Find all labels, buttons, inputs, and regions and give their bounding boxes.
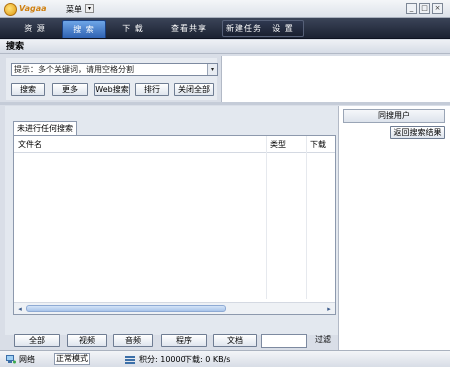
mode-indicator[interactable]: 正常模式	[54, 353, 90, 365]
column-divider	[306, 136, 307, 299]
transfer-icon	[125, 356, 135, 364]
network-icon	[6, 355, 16, 364]
search-panel: 提示：多个关键词，请用空格分割 ▾ 搜索 更多 Web搜索 排行 关闭全部	[6, 58, 218, 100]
tab-search[interactable]: 搜 索	[62, 20, 106, 38]
same-search-users-header: 同搜用户	[343, 109, 445, 123]
column-filename[interactable]: 文件名	[14, 136, 266, 153]
same-search-users-panel: 同搜用户 返回搜索结果	[338, 106, 450, 351]
close-all-button[interactable]: 关闭全部	[174, 83, 214, 96]
column-downloads[interactable]: 下载	[306, 136, 335, 153]
filter-audio-button[interactable]: 音频	[113, 334, 153, 347]
column-type[interactable]: 类型	[266, 136, 306, 153]
search-button[interactable]: 搜索	[11, 83, 45, 96]
results-list[interactable]: 文件名 类型 下载 ◂ ▸	[13, 135, 336, 315]
more-button[interactable]: 更多	[52, 83, 88, 96]
tab-download[interactable]: 下 载	[112, 20, 154, 38]
status-bar: 网络 正常模式 积分: 10000 下载: 0 KB/s	[0, 350, 450, 367]
vagaa-logo-icon	[4, 3, 17, 16]
tab-view-share[interactable]: 查看共享	[162, 20, 216, 38]
filter-all-button[interactable]: 全部	[14, 334, 60, 347]
maximize-button[interactable]: □	[419, 3, 430, 14]
menu-dropdown-icon[interactable]: ▾	[85, 4, 94, 13]
results-panel: 未进行任何搜索 文件名 类型 下载 ◂ ▸ 全部 视频 音频 程序 文档 过滤	[5, 106, 338, 348]
search-history-dropdown-icon[interactable]: ▾	[207, 64, 217, 75]
filter-program-button[interactable]: 程序	[161, 334, 207, 347]
filter-button[interactable]: 过滤	[309, 334, 337, 347]
search-input[interactable]: 提示：多个关键词，请用空格分割 ▾	[11, 63, 218, 76]
close-button[interactable]: ×	[432, 3, 443, 14]
splitter[interactable]	[0, 102, 450, 105]
network-status: 网络	[19, 355, 35, 364]
tab-settings[interactable]: 设 置	[264, 20, 302, 38]
tab-resources[interactable]: 资 源	[14, 20, 56, 38]
search-placeholder: 提示：多个关键词，请用空格分割	[14, 65, 134, 74]
title-bar: Vagaa 菜单 ▾ _ □ ×	[0, 0, 450, 18]
tab-new-task[interactable]: 新建任务	[224, 20, 264, 38]
scroll-thumb[interactable]	[26, 305, 226, 312]
app-logo-text: Vagaa	[19, 4, 47, 13]
column-divider	[266, 136, 267, 299]
scroll-left-icon[interactable]: ◂	[15, 304, 25, 314]
search-info-area	[221, 56, 450, 102]
minimize-button[interactable]: _	[406, 3, 417, 14]
ranking-button[interactable]: 排行	[135, 83, 169, 96]
menu-button[interactable]: 菜单	[66, 4, 82, 15]
main-nav: 资 源 搜 索 下 载 查看共享 新建任务 设 置	[0, 18, 450, 39]
search-section-title: 搜索	[0, 40, 450, 54]
filter-video-button[interactable]: 视频	[67, 334, 107, 347]
web-search-button[interactable]: Web搜索	[94, 83, 130, 96]
results-header: 文件名 类型 下载	[14, 136, 335, 153]
result-tab[interactable]: 未进行任何搜索	[13, 121, 77, 135]
back-to-results-button[interactable]: 返回搜索结果	[390, 126, 445, 139]
download-speed: 下载: 0 KB/s	[184, 355, 231, 364]
scroll-right-icon[interactable]: ▸	[324, 304, 334, 314]
horizontal-scrollbar[interactable]: ◂ ▸	[14, 302, 335, 314]
points-value: 积分: 10000	[139, 355, 186, 364]
filter-input[interactable]	[261, 334, 307, 348]
filter-document-button[interactable]: 文档	[213, 334, 257, 347]
